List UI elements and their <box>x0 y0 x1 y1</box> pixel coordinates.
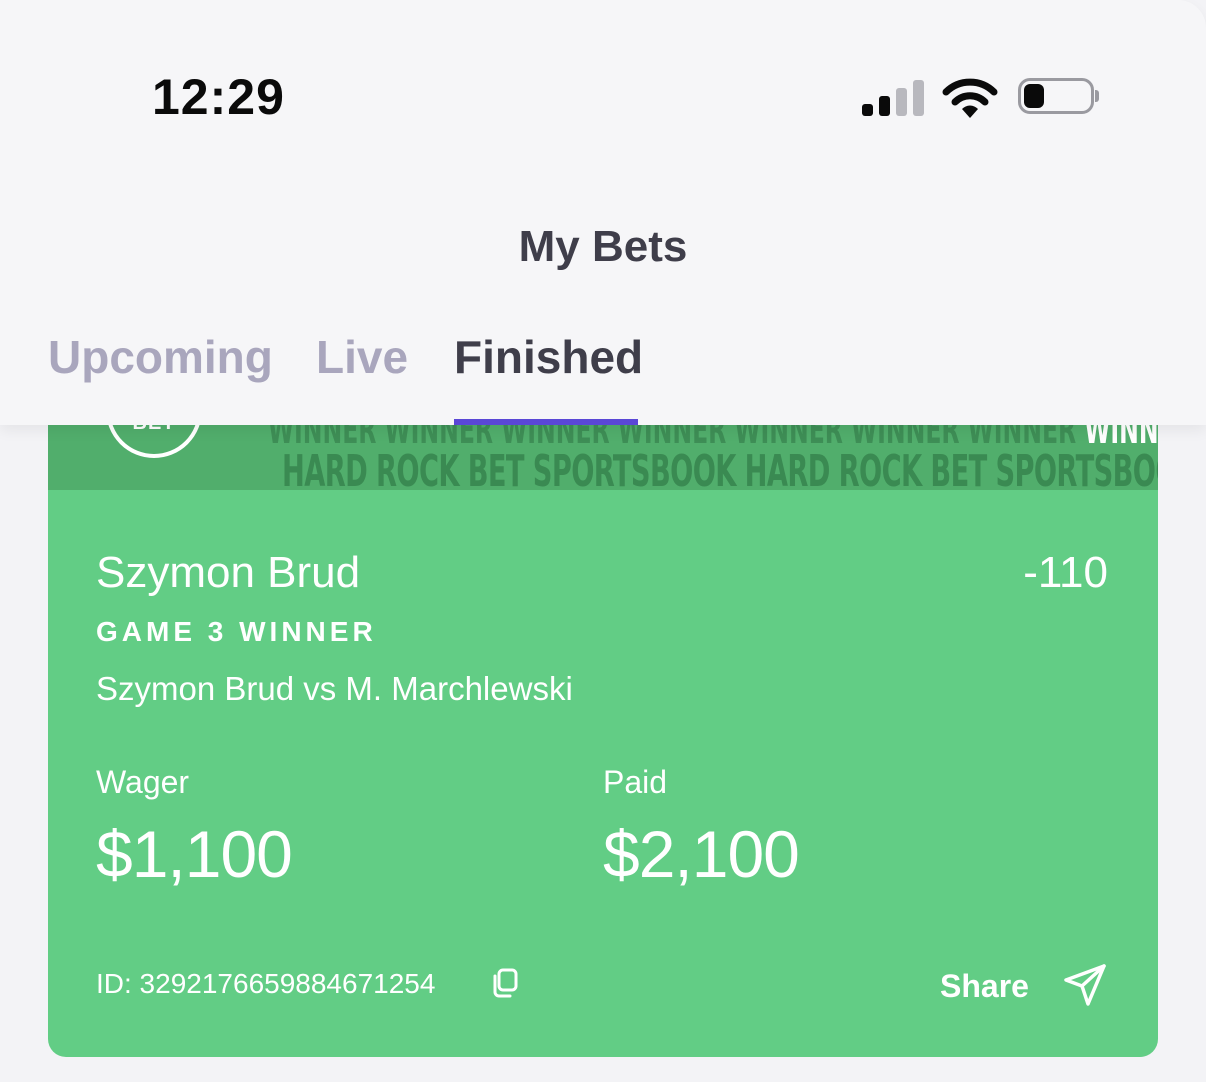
banner-sportsbook-row: HARD ROCK BET SPORTSBOOK HARD ROCK BET S… <box>282 446 1158 490</box>
signal-bar <box>913 80 924 116</box>
top-bar: 12:29 My Bets Upcoming Live Finished <box>0 0 1206 425</box>
paid-amount: $2,100 <box>603 817 800 891</box>
battery-level <box>1024 84 1044 108</box>
signal-bar <box>879 96 890 116</box>
tab-finished[interactable]: Finished <box>454 330 643 384</box>
tab-live[interactable]: Live <box>316 330 408 384</box>
status-time: 12:29 <box>152 69 285 125</box>
share-button[interactable]: Share <box>940 960 1110 1010</box>
wifi-icon <box>942 78 998 118</box>
signal-icon <box>862 78 924 116</box>
battery-icon <box>1018 78 1094 114</box>
bet-market: GAME 3 WINNER <box>96 616 377 647</box>
status-icons <box>862 76 1108 120</box>
tab-upcoming[interactable]: Upcoming <box>48 330 273 384</box>
wager-amount: $1,100 <box>96 817 293 891</box>
battery-nub <box>1095 90 1099 102</box>
send-icon <box>1064 964 1106 1006</box>
bet-matchup: Szymon Brud vs M. Marchlewski <box>96 670 573 707</box>
bet-odds: -110 <box>1023 548 1108 597</box>
active-tab-indicator <box>454 419 638 425</box>
bet-selection: Szymon Brud <box>96 548 361 597</box>
bet-card[interactable]: WINNER WINNER WINNER WINNER WINNER WINNE… <box>48 380 1158 1057</box>
share-label: Share <box>940 968 1029 1004</box>
wager-label: Wager <box>96 764 190 800</box>
signal-bar <box>896 88 907 116</box>
page-title: My Bets <box>518 222 688 271</box>
signal-bar <box>862 104 873 116</box>
paid-label: Paid <box>603 764 668 800</box>
bet-id: ID: 3292176659884671254 <box>96 968 436 999</box>
copy-icon[interactable] <box>490 967 520 999</box>
